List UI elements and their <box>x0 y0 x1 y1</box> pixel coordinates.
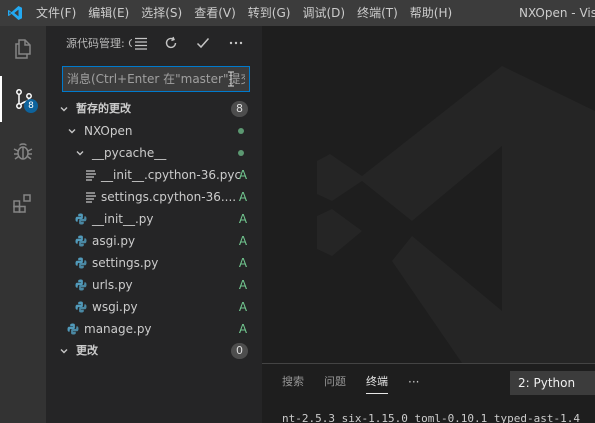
added-status: A <box>238 190 248 204</box>
python-icon <box>74 208 88 230</box>
tree-file[interactable]: wsgi.py A <box>46 296 262 318</box>
added-status: A <box>238 322 248 336</box>
menu-file[interactable]: 文件(F) <box>30 0 82 26</box>
text-file-icon <box>84 164 98 186</box>
bottom-panel: 搜索 问题 终端 ··· 2: Python nt-2.5.3 six-1.15… <box>262 363 595 423</box>
added-status: A <box>238 278 248 292</box>
title-bar: 文件(F) 编辑(E) 选择(S) 查看(V) 转到(G) 调试(D) 终端(T… <box>0 0 595 26</box>
changes-group[interactable]: 更改 0 <box>46 340 262 362</box>
added-status: A <box>238 168 248 182</box>
source-control-sidebar: 源代码管理: GIT 暂存的更改 8 NXOpen __pyc <box>46 26 262 423</box>
files-icon <box>15 39 31 59</box>
file-label: manage.py <box>84 322 152 336</box>
text-file-icon <box>84 186 98 208</box>
added-status: A <box>238 234 248 248</box>
tab-terminal[interactable]: 终端 <box>366 364 388 394</box>
text-cursor-icon <box>228 71 234 87</box>
terminal-select[interactable]: 2: Python <box>510 371 595 395</box>
menu-go[interactable]: 转到(G) <box>242 0 297 26</box>
file-label: wsgi.py <box>92 300 138 314</box>
source-control-activity-button[interactable]: 8 <box>0 76 46 122</box>
debug-activity-button[interactable] <box>0 128 46 174</box>
menu-bar: 文件(F) 编辑(E) 选择(S) 查看(V) 转到(G) 调试(D) 终端(T… <box>30 0 458 26</box>
sidebar-title: 源代码管理: GIT <box>66 37 132 50</box>
ellipsis-icon <box>229 41 243 45</box>
view-as-list-button[interactable] <box>130 32 152 54</box>
menu-debug[interactable]: 调试(D) <box>296 0 351 26</box>
refresh-button[interactable] <box>160 32 182 54</box>
chevron-down-icon <box>58 98 70 120</box>
python-icon <box>74 230 88 252</box>
tree-file[interactable]: asgi.py A <box>46 230 262 252</box>
editor-area <box>262 26 595 363</box>
explorer-activity-button[interactable] <box>0 26 46 72</box>
tab-search[interactable]: 搜索 <box>282 364 304 400</box>
file-label: settings.py <box>92 256 159 270</box>
folder-label: NXOpen <box>84 124 133 138</box>
chevron-down-icon <box>66 120 78 142</box>
activity-bar: 8 <box>0 26 46 423</box>
vscode-logo-icon <box>0 0 30 26</box>
staged-count-badge: 8 <box>231 101 248 117</box>
python-icon <box>66 318 80 340</box>
file-label: urls.py <box>92 278 133 292</box>
terminal-output-line: nt-2.5.3 six-1.15.0 toml-0.10.1 typed-as… <box>282 412 581 423</box>
python-icon <box>74 296 88 318</box>
changes-count-badge: 0 <box>231 343 248 359</box>
file-label: asgi.py <box>92 234 136 248</box>
python-icon <box>74 274 88 296</box>
modified-dot <box>238 150 244 156</box>
tree-folder-pycache[interactable]: __pycache__ <box>46 142 262 164</box>
menu-terminal[interactable]: 终端(T) <box>351 0 404 26</box>
window-title: NXOpen - Visual Studio Code <box>519 6 595 20</box>
added-status: A <box>238 300 248 314</box>
commit-message-box <box>62 66 250 92</box>
bug-icon <box>13 143 33 160</box>
chevron-down-icon <box>58 340 70 362</box>
tree-file[interactable]: __init__.cpython-36.pyc A <box>46 164 262 186</box>
added-status: A <box>238 212 248 226</box>
tree-folder-nxopen[interactable]: NXOpen <box>46 120 262 142</box>
commit-message-input[interactable] <box>63 67 249 91</box>
tree-file[interactable]: settings.py A <box>46 252 262 274</box>
added-status: A <box>238 256 248 270</box>
folder-label: __pycache__ <box>92 146 167 160</box>
tree-file[interactable]: settings.cpython-36.... A <box>46 186 262 208</box>
extensions-icon <box>13 194 31 213</box>
scm-count-badge: 8 <box>24 99 38 113</box>
tree-file[interactable]: manage.py A <box>46 318 262 340</box>
changes-label: 更改 <box>76 344 98 357</box>
file-label: __init__.py <box>92 212 154 226</box>
menu-edit[interactable]: 编辑(E) <box>82 0 135 26</box>
chevron-down-icon <box>74 142 86 164</box>
staged-changes-group[interactable]: 暂存的更改 8 <box>46 98 262 120</box>
staged-changes-label: 暂存的更改 <box>76 102 131 115</box>
more-actions-button[interactable] <box>225 32 247 54</box>
python-icon <box>74 252 88 274</box>
vscode-watermark-icon <box>317 66 595 363</box>
menu-selection[interactable]: 选择(S) <box>135 0 188 26</box>
changes-tree: 暂存的更改 8 NXOpen __pycache__ __init__.cpyt… <box>46 98 262 362</box>
extensions-activity-button[interactable] <box>0 180 46 226</box>
sidebar-header: 源代码管理: GIT <box>46 26 262 61</box>
tree-file[interactable]: __init__.py A <box>46 208 262 230</box>
menu-help[interactable]: 帮助(H) <box>404 0 458 26</box>
menu-view[interactable]: 查看(V) <box>188 0 242 26</box>
file-label: settings.cpython-36.... <box>101 190 237 204</box>
tab-problems[interactable]: 问题 <box>324 364 346 400</box>
modified-dot <box>238 128 244 134</box>
refresh-icon <box>165 36 177 49</box>
commit-button[interactable] <box>192 32 214 54</box>
list-icon <box>135 37 147 50</box>
check-icon <box>196 38 210 49</box>
panel-more-button[interactable]: ··· <box>408 364 419 400</box>
file-label: __init__.cpython-36.pyc <box>101 168 242 182</box>
tree-file[interactable]: urls.py A <box>46 274 262 296</box>
